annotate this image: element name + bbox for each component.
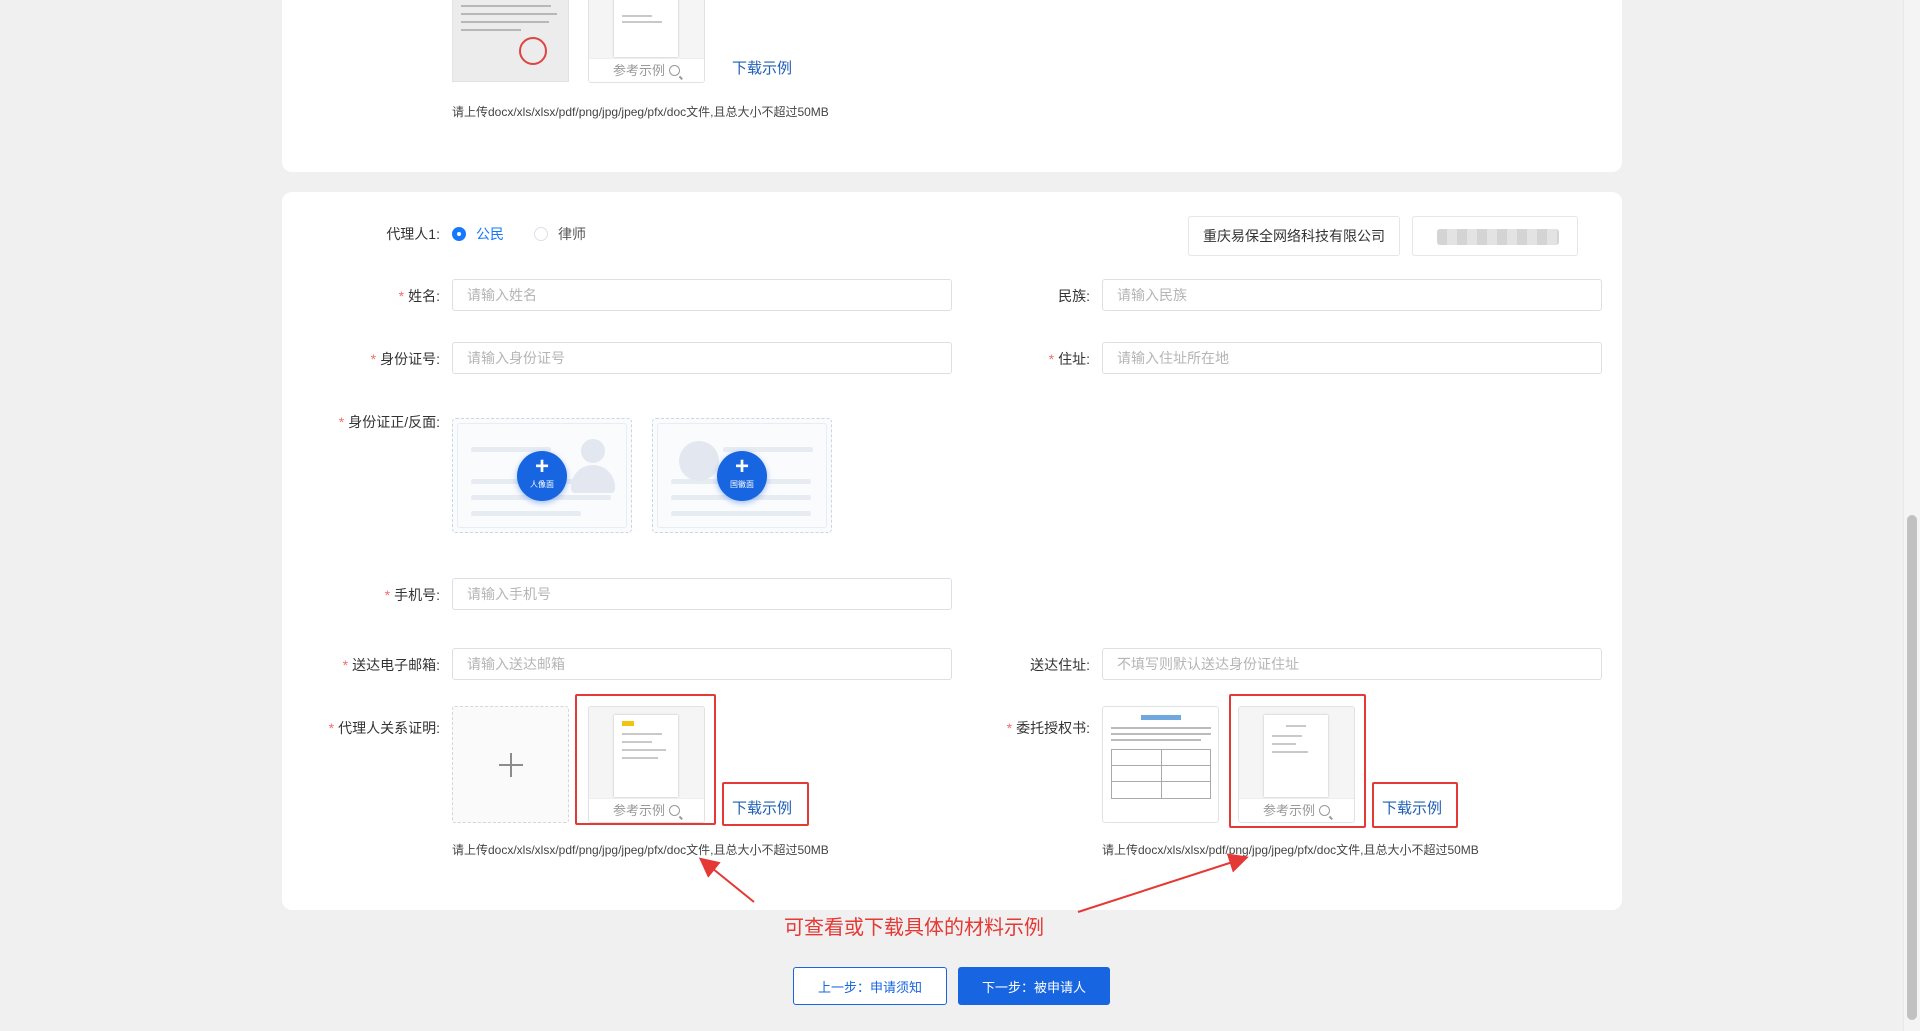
highlight-box: [1372, 782, 1458, 828]
relation-proof-label: * 代理人关系证明:: [328, 720, 440, 736]
page-scrollbar[interactable]: [1903, 0, 1920, 1031]
prev-step-button[interactable]: 上一步：申请须知: [793, 967, 947, 1005]
id-front-upload[interactable]: + 人像面: [452, 418, 632, 533]
name-input[interactable]: [452, 279, 952, 311]
phone-label: * 手机号:: [384, 587, 440, 603]
annotation-text: 可查看或下载具体的材料示例: [784, 917, 1044, 939]
relation-proof-hint: 请上传docx/xls/xlsx/pdf/png/jpg/jpeg/pfx/do…: [452, 843, 829, 857]
next-step-button[interactable]: 下一步：被申请人: [958, 967, 1110, 1005]
reference-example-caption: 参考示例: [589, 58, 704, 82]
scrollbar-thumb[interactable]: [1907, 515, 1917, 1020]
agent-type-label: 代理人1:: [386, 226, 440, 242]
reference-example-thumbnail[interactable]: 参考示例: [588, 0, 705, 83]
seal-icon: [519, 37, 547, 65]
address-label: * 住址:: [1048, 351, 1090, 367]
ethnicity-input[interactable]: [1102, 279, 1602, 311]
address-input[interactable]: [1102, 342, 1602, 374]
emblem-icon: [679, 441, 719, 481]
delivery-address-label: 送达住址:: [1030, 657, 1090, 673]
download-example-link[interactable]: 下载示例: [732, 57, 792, 78]
highlight-box: [1229, 694, 1366, 828]
redacted-chip[interactable]: [1412, 216, 1578, 256]
authorization-uploaded-thumbnail[interactable]: [1102, 706, 1219, 823]
email-input[interactable]: [452, 648, 952, 680]
id-back-upload[interactable]: + 国徽面: [652, 418, 832, 533]
highlight-box: [575, 694, 716, 825]
id-number-label: * 身份证号:: [370, 351, 440, 367]
upload-hint: 请上传docx/xls/xlsx/pdf/png/jpg/jpeg/pfx/do…: [452, 105, 829, 119]
authorization-label: * 委托授权书:: [1006, 720, 1090, 736]
add-front-icon[interactable]: + 人像面: [517, 451, 567, 501]
email-label: * 送达电子邮箱:: [342, 657, 440, 673]
authorization-hint: 请上传docx/xls/xlsx/pdf/png/jpg/jpeg/pfx/do…: [1102, 843, 1479, 857]
portrait-silhouette-icon: [571, 439, 615, 493]
delivery-address-input[interactable]: [1102, 648, 1602, 680]
id-photos-label: * 身份证正/反面:: [338, 414, 440, 430]
redacted-text: [1437, 229, 1559, 245]
name-label: * 姓名:: [398, 288, 440, 304]
relation-proof-upload[interactable]: [452, 706, 569, 823]
uploaded-file-thumbnail[interactable]: [452, 0, 569, 82]
zoom-in-icon: [669, 65, 680, 76]
add-back-icon[interactable]: + 国徽面: [717, 451, 767, 501]
id-number-input[interactable]: [452, 342, 952, 374]
ethnicity-label: 民族:: [1058, 288, 1090, 304]
phone-input[interactable]: [452, 578, 952, 610]
radio-citizen[interactable]: 公民: [452, 224, 504, 244]
company-chip[interactable]: 重庆易保全网络科技有限公司: [1188, 216, 1400, 256]
highlight-box: [722, 782, 809, 826]
radio-lawyer[interactable]: 律师: [534, 224, 586, 244]
